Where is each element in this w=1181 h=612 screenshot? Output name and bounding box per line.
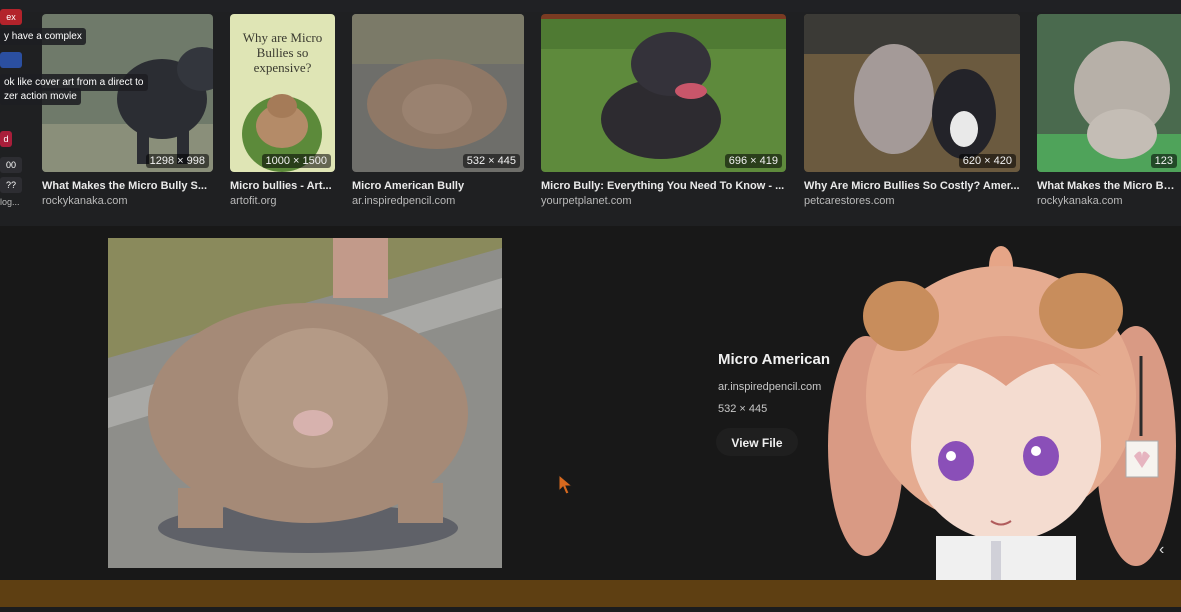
chat-tag: ?? (0, 177, 22, 193)
preview-title[interactable]: Micro American (718, 351, 830, 368)
result-source[interactable]: rockykanaka.com (1037, 195, 1123, 207)
chat-tag: d (0, 131, 12, 147)
result-thumbnail[interactable]: Why are Micro Bullies so expensive? 1000… (230, 14, 335, 172)
result-thumbnail[interactable]: 620 × 420 (804, 14, 1020, 172)
result-thumbnail[interactable]: 696 × 419 (541, 14, 786, 172)
image-dimensions: 123 (1150, 154, 1177, 168)
image-dimensions: 696 × 419 (724, 154, 782, 168)
preview-source[interactable]: ar.inspiredpencil.com (718, 381, 821, 393)
result-source[interactable]: yourpetplanet.com (541, 195, 632, 207)
chat-tag: 00 (0, 157, 22, 173)
image-dimensions: 1000 × 1500 (261, 154, 331, 168)
result-title[interactable]: Micro American Bully (352, 180, 524, 192)
result-title[interactable]: Why Are Micro Bullies So Costly? Amer... (804, 180, 1020, 192)
result-title[interactable]: What Makes the Micro Bully (1037, 180, 1181, 192)
chat-tag: log... (0, 197, 20, 207)
result-thumbnail[interactable]: 532 × 445 (352, 14, 524, 172)
image-dimensions: 532 × 445 (462, 154, 520, 168)
image-dimensions: 620 × 420 (958, 154, 1016, 168)
result-title[interactable]: Micro bullies - Art... (230, 180, 335, 192)
result-source[interactable]: petcarestores.com (804, 195, 894, 207)
chat-tag: ex (0, 9, 22, 25)
chevron-right-icon[interactable]: ‹ (1159, 541, 1164, 559)
view-file-button[interactable]: View File (716, 428, 798, 456)
result-title[interactable]: Micro Bully: Everything You Need To Know… (541, 180, 786, 192)
vtuber-avatar (816, 236, 1181, 611)
chat-message: zer action movie (0, 88, 81, 105)
chat-message: y have a complex (0, 28, 86, 45)
chat-tag (0, 52, 22, 68)
mouse-cursor-icon (558, 473, 574, 501)
result-source[interactable]: artofit.org (230, 195, 276, 207)
poster-text: Why are Micro Bullies so expensive? (242, 30, 323, 75)
chat-overlay: ex y have a complex ok like cover art fr… (0, 0, 200, 215)
preview-dimensions: 532 × 445 (718, 403, 768, 415)
preview-image[interactable] (108, 238, 502, 568)
result-source[interactable]: ar.inspiredpencil.com (352, 195, 455, 207)
result-thumbnail[interactable]: 123 (1037, 14, 1181, 172)
bottom-bar (0, 580, 1181, 607)
